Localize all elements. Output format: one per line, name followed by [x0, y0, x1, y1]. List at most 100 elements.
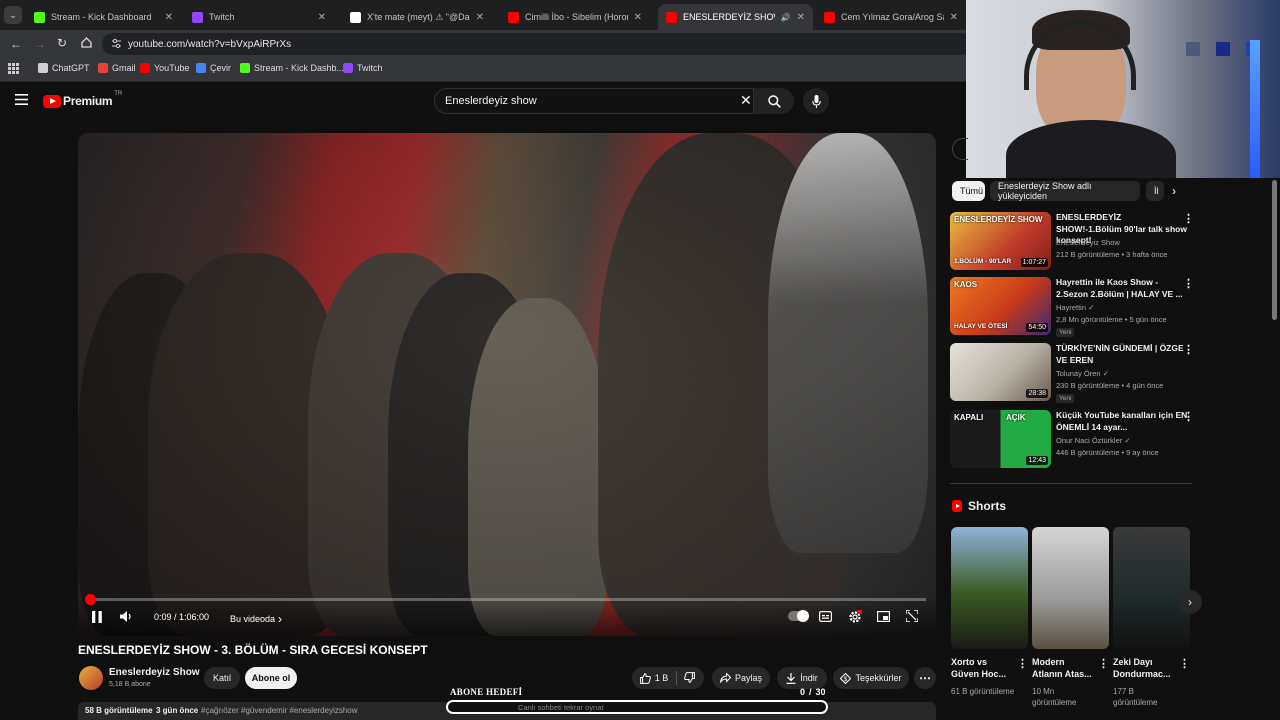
youtube-premium-logo[interactable]: Premium TR [43, 91, 122, 108]
video-player[interactable]: 0:09 / 1:06:00 Bu videoda › [78, 133, 936, 636]
browser-tab[interactable]: ENESLERDEYİZ SHOW - 3. B 🔊 ✕ [658, 4, 813, 30]
bookmark-item[interactable]: Gmail [98, 63, 136, 73]
back-icon[interactable]: ← [10, 37, 22, 51]
filter-chip[interactable]: Tümü [952, 181, 985, 201]
short-thumbnail[interactable] [951, 527, 1028, 649]
video-title: ENESLERDEYİZ SHOW - 3. BÖLÜM - SIRA GECE… [78, 643, 428, 657]
reload-icon[interactable]: ↻ [57, 36, 67, 50]
video-duration: 1:07:27 [1020, 258, 1048, 267]
recommended-title[interactable]: Hayrettin ile Kaos Show - 2.Sezon 2.Bölü… [1056, 277, 1188, 300]
more-vertical-icon[interactable]: ⋮ [1179, 657, 1190, 670]
replay-chat-text[interactable]: Canlı sohbeti tekrar oynat [518, 703, 603, 712]
volume-button[interactable] [120, 610, 133, 623]
shorts-next-button[interactable]: › [1178, 590, 1202, 614]
close-tab-icon[interactable]: ✕ [950, 12, 958, 23]
video-thumbnail[interactable]: 28:38 [950, 343, 1051, 401]
close-tab-icon[interactable]: ✕ [476, 12, 484, 23]
autoplay-toggle[interactable] [788, 610, 809, 622]
like-button[interactable]: 1 B [632, 667, 676, 689]
voice-search-button[interactable] [803, 88, 829, 114]
hashtags[interactable]: #çağrıözer #güvendemir #eneslerdeyizshow [201, 706, 358, 715]
filter-chip[interactable]: Eneslerdeyiz Show adlı yükleyiciden [990, 181, 1140, 201]
subtitles-icon[interactable] [819, 611, 832, 622]
miniplayer-icon[interactable] [877, 611, 890, 622]
browser-tab[interactable]: Cem Yılmaz Gora/Arog Sahnele ✕ [816, 4, 966, 30]
recommended-title[interactable]: TÜRKİYE'NİN GÜNDEMİ | ÖZGE VE EREN [1056, 343, 1188, 366]
download-button[interactable]: İndir [777, 667, 827, 689]
page-scrollbar[interactable] [1272, 180, 1277, 320]
shorts-icon [952, 500, 962, 512]
apps-grid-icon[interactable] [8, 63, 19, 74]
browser-tab[interactable]: Stream - Kick Dashboard ✕ [26, 4, 181, 30]
more-vertical-icon[interactable]: ⋮ [1017, 657, 1028, 670]
channel-avatar[interactable] [79, 666, 103, 690]
recommended-channel[interactable]: Hayrettin ✓ [1056, 302, 1094, 313]
menu-icon[interactable] [15, 94, 28, 105]
short-thumbnail[interactable] [1113, 527, 1190, 649]
more-actions-button[interactable]: ⋯ [914, 667, 936, 689]
tab-audio-icon[interactable]: 🔊 [781, 13, 791, 22]
recommended-title[interactable]: Küçük YouTube kanalları için EN ÖNEMLİ 1… [1056, 410, 1188, 433]
home-icon[interactable] [81, 37, 92, 48]
subscriber-goal-count: 0 / 30 [800, 687, 826, 697]
browser-tab[interactable]: Cimilli İbo - Sibelim (Horon) - Y ✕ [500, 4, 650, 30]
settings-gear-icon[interactable] [848, 610, 862, 624]
tab-search-icon[interactable]: ⌄ [4, 6, 22, 24]
url-field[interactable]: youtube.com/watch?v=bVxpAiRPrXs [102, 33, 972, 55]
download-icon [786, 672, 796, 684]
more-vertical-icon[interactable]: ⋮ [1183, 343, 1194, 356]
chips-next-icon[interactable]: › [1172, 184, 1176, 198]
more-vertical-icon[interactable]: ⋮ [1098, 657, 1109, 670]
recommended-video[interactable]: 28:38 TÜRKİYE'NİN GÜNDEMİ | ÖZGE VE EREN T… [950, 343, 1195, 405]
thanks-button[interactable]: $ Teşekkürler [833, 667, 909, 689]
dislike-button[interactable] [684, 672, 695, 683]
close-tab-icon[interactable]: ✕ [318, 12, 326, 23]
video-thumbnail[interactable]: KAPALI AÇIK 12:43 [950, 410, 1051, 468]
clear-search-icon[interactable]: ✕ [740, 92, 752, 109]
progress-bar[interactable] [85, 594, 926, 605]
close-tab-icon[interactable]: ✕ [165, 12, 173, 23]
channel-name[interactable]: Eneslerdeyiz Show [109, 667, 200, 678]
bookmark-item[interactable]: ChatGPT [38, 63, 90, 73]
bookmark-item[interactable]: Twitch [343, 63, 383, 73]
twitch-icon [192, 11, 203, 23]
short-title[interactable]: Zeki Dayı Dondurmac... [1113, 656, 1178, 680]
like-dislike-group: 1 B [632, 667, 704, 689]
join-button[interactable]: Katıl [204, 667, 240, 689]
browser-tab[interactable]: Twitch ✕ [184, 4, 334, 30]
webcam-overlay [966, 0, 1280, 178]
short-thumbnail[interactable] [1032, 527, 1109, 649]
search-input[interactable]: Eneslerdeyiz show ✕ [434, 88, 754, 114]
video-thumbnail[interactable]: ENESLERDEYİZ SHOW 1.BÖLÜM - 90'LAR 1:07:27 [950, 212, 1051, 270]
bookmark-item[interactable]: YouTube [140, 63, 189, 73]
bookmark-favicon-icon [98, 63, 108, 73]
more-vertical-icon[interactable]: ⋮ [1183, 212, 1194, 225]
site-info-icon[interactable] [111, 38, 122, 49]
short-title[interactable]: Modern Atlanın Atas... [1032, 656, 1097, 680]
recommended-channel[interactable]: Onur Naci Öztürkler ✓ [1056, 435, 1131, 446]
more-vertical-icon[interactable]: ⋮ [1183, 277, 1194, 290]
filter-chip[interactable]: İl [1146, 181, 1164, 201]
tab-title: ENESLERDEYİZ SHOW - 3. B [683, 12, 775, 22]
recommended-channel[interactable]: Eneslerdeyiz Show [1056, 237, 1120, 248]
fullscreen-icon[interactable] [906, 610, 918, 622]
share-button[interactable]: Paylaş [712, 667, 770, 689]
video-thumbnail[interactable]: KAOS HALAY VE ÖTESİ 54:50 [950, 277, 1051, 335]
recommended-channel[interactable]: Tolunay Ören ✓ [1056, 368, 1109, 379]
chapter-button[interactable]: Bu videoda › [230, 612, 282, 626]
bookmark-item[interactable]: Stream - Kick Dashb... [240, 63, 344, 73]
short-title[interactable]: Xorto vs Güven Hoc... [951, 656, 1016, 680]
close-tab-icon[interactable]: ✕ [634, 12, 642, 23]
bookmark-label: ChatGPT [52, 63, 90, 73]
search-button[interactable] [754, 88, 794, 114]
recommended-video[interactable]: KAPALI AÇIK 12:43 Küçük YouTube kanalları i… [950, 410, 1195, 472]
subscribe-button[interactable]: Abone ol [245, 667, 297, 689]
close-tab-icon[interactable]: ✕ [797, 12, 805, 23]
recommended-video[interactable]: ENESLERDEYİZ SHOW 1.BÖLÜM - 90'LAR 1:07:27… [950, 212, 1195, 274]
more-vertical-icon[interactable]: ⋮ [1183, 410, 1194, 423]
pause-button[interactable] [92, 611, 102, 623]
recommended-video[interactable]: KAOS HALAY VE ÖTESİ 54:50 Hayrettin ile Kao… [950, 277, 1195, 339]
browser-tab[interactable]: X'te mate (meyt) ⚠ "@Dankm ✕ [342, 4, 492, 30]
forward-icon[interactable]: → [34, 37, 46, 51]
bookmark-item[interactable]: Çevir [196, 63, 231, 73]
